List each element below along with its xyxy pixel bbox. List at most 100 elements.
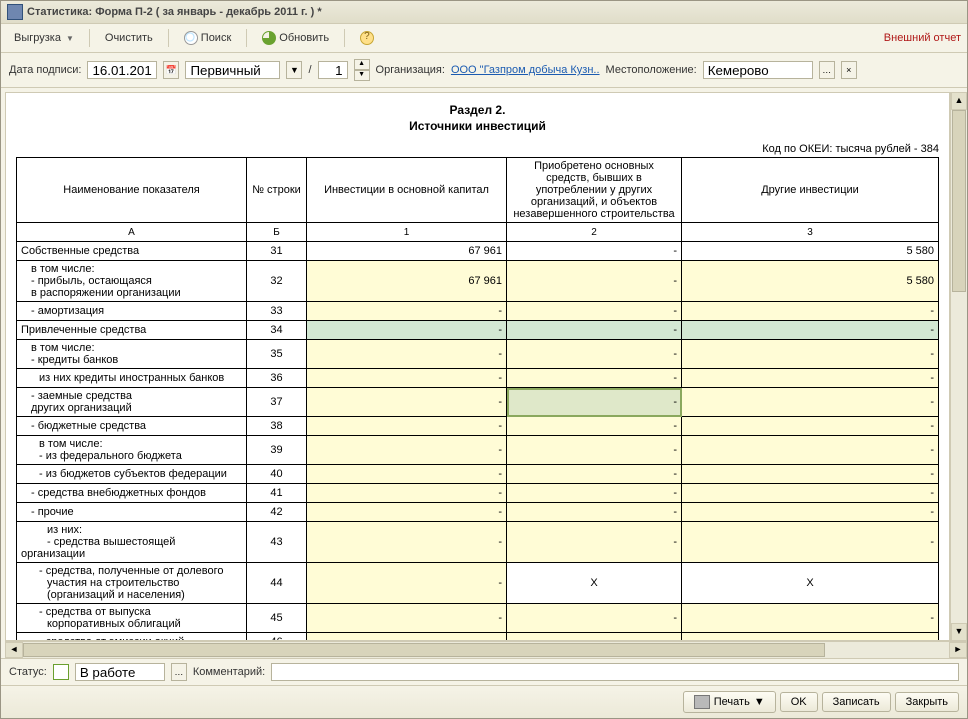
export-button[interactable]: Выгрузка▼ xyxy=(7,29,81,47)
section-subtitle: Источники инвестиций xyxy=(16,119,939,133)
location-input[interactable] xyxy=(703,61,813,79)
ok-button[interactable]: OK xyxy=(780,692,818,712)
scroll-thumb[interactable] xyxy=(952,110,966,292)
cell-value[interactable]: - xyxy=(682,302,939,321)
cell-value[interactable]: - xyxy=(307,321,507,340)
cell-value[interactable]: - xyxy=(682,340,939,369)
location-pick-button[interactable]: … xyxy=(819,61,835,79)
mode-dropdown-button[interactable]: ▼ xyxy=(286,61,302,79)
cell-value[interactable]: - xyxy=(507,242,682,261)
num-spinner[interactable]: ▲▼ xyxy=(354,59,370,81)
row-name: - прочие xyxy=(17,503,247,522)
row-line-number: 43 xyxy=(247,522,307,563)
cell-value[interactable]: - xyxy=(307,503,507,522)
separator xyxy=(246,29,247,47)
clear-button[interactable]: Очистить xyxy=(98,29,160,47)
cell-value[interactable]: - xyxy=(682,465,939,484)
cell-value[interactable]: - xyxy=(507,522,682,563)
cell-value[interactable]: - xyxy=(507,633,682,642)
status-input[interactable] xyxy=(75,663,165,681)
save-button[interactable]: Записать xyxy=(822,692,891,712)
cell-value[interactable]: - xyxy=(307,417,507,436)
cell-value[interactable]: 5 580 xyxy=(682,242,939,261)
cell-value[interactable]: - xyxy=(507,417,682,436)
cell-value[interactable]: 67 961 xyxy=(307,261,507,302)
cell-value[interactable]: - xyxy=(682,604,939,633)
calendar-button[interactable]: 📅 xyxy=(163,61,179,79)
table-row: - средства от выпускакорпоративных облиг… xyxy=(17,604,939,633)
cell-value[interactable]: - xyxy=(682,503,939,522)
scroll-up-button[interactable]: ▲ xyxy=(951,92,967,110)
cell-value[interactable]: X xyxy=(682,563,939,604)
scroll-down-button[interactable]: ▼ xyxy=(951,623,967,641)
row-line-number: 46 xyxy=(247,633,307,642)
location-clear-button[interactable]: × xyxy=(841,61,857,79)
cell-value[interactable]: - xyxy=(507,302,682,321)
cell-value[interactable]: - xyxy=(682,388,939,417)
cell-value[interactable]: - xyxy=(307,388,507,417)
scroll-right-button[interactable]: ► xyxy=(949,642,967,658)
cell-value[interactable]: - xyxy=(682,321,939,340)
cell-value[interactable]: - xyxy=(307,522,507,563)
row-name: из них кредиты иностранных банков xyxy=(17,369,247,388)
data-table: Наименование показателя № строки Инвести… xyxy=(16,157,939,641)
horizontal-scrollbar[interactable]: ◄ ► xyxy=(5,641,967,658)
row-line-number: 44 xyxy=(247,563,307,604)
hscroll-thumb[interactable] xyxy=(23,643,825,657)
cell-value[interactable]: - xyxy=(307,302,507,321)
refresh-icon xyxy=(262,31,276,45)
row-line-number: 45 xyxy=(247,604,307,633)
subheader-b: Б xyxy=(247,223,307,242)
cell-value[interactable]: - xyxy=(307,340,507,369)
cell-value[interactable]: - xyxy=(307,484,507,503)
cell-value[interactable]: - xyxy=(507,484,682,503)
cell-value[interactable]: 5 580 xyxy=(682,261,939,302)
num-input[interactable] xyxy=(318,61,348,79)
scroll-left-button[interactable]: ◄ xyxy=(5,642,23,658)
row-name: в том числе:- прибыль, остающаясяв распо… xyxy=(17,261,247,302)
status-pick-button[interactable]: … xyxy=(171,663,187,681)
cell-value[interactable]: - xyxy=(507,340,682,369)
help-button[interactable] xyxy=(353,28,381,48)
app-icon xyxy=(7,4,23,20)
mode-select[interactable] xyxy=(185,61,280,79)
separator xyxy=(168,29,169,47)
print-button[interactable]: Печать ▼ xyxy=(683,691,776,713)
table-row: Привлеченные средства34--- xyxy=(17,321,939,340)
row-line-number: 41 xyxy=(247,484,307,503)
table-row: Собственные средства3167 961-5 580 xyxy=(17,242,939,261)
search-button[interactable]: Поиск xyxy=(177,28,238,48)
cell-value[interactable]: 67 961 xyxy=(307,242,507,261)
cell-value[interactable]: - xyxy=(307,604,507,633)
cell-value[interactable]: - xyxy=(682,522,939,563)
cell-value[interactable]: - xyxy=(307,465,507,484)
cell-value[interactable]: - xyxy=(682,484,939,503)
external-report-link[interactable]: Внешний отчет xyxy=(884,32,961,44)
cell-value[interactable]: - xyxy=(507,388,682,417)
cell-value[interactable]: - xyxy=(682,436,939,465)
org-link[interactable]: ООО "Газпром добыча Кузн.. xyxy=(451,64,600,76)
cell-value[interactable]: - xyxy=(307,436,507,465)
table-row: в том числе:- кредиты банков35--- xyxy=(17,340,939,369)
close-button[interactable]: Закрыть xyxy=(895,692,959,712)
cell-value[interactable]: - xyxy=(307,369,507,388)
comment-input[interactable] xyxy=(271,663,959,681)
cell-value[interactable]: - xyxy=(507,604,682,633)
refresh-button[interactable]: Обновить xyxy=(255,28,336,48)
cell-value[interactable]: - xyxy=(507,436,682,465)
cell-value[interactable]: - xyxy=(682,417,939,436)
cell-value[interactable]: - xyxy=(507,261,682,302)
vertical-scrollbar[interactable]: ▲ ▼ xyxy=(950,92,967,641)
cell-value[interactable]: - xyxy=(507,321,682,340)
cell-value[interactable]: - xyxy=(682,369,939,388)
date-input[interactable] xyxy=(87,61,157,79)
row-name: Привлеченные средства xyxy=(17,321,247,340)
cell-value[interactable]: - xyxy=(507,503,682,522)
cell-value[interactable]: - xyxy=(507,369,682,388)
cell-value[interactable]: - xyxy=(307,633,507,642)
cell-value[interactable]: - xyxy=(682,633,939,642)
bottom-bar: Печать ▼ OK Записать Закрыть xyxy=(1,685,967,718)
cell-value[interactable]: - xyxy=(307,563,507,604)
cell-value[interactable]: X xyxy=(507,563,682,604)
cell-value[interactable]: - xyxy=(507,465,682,484)
